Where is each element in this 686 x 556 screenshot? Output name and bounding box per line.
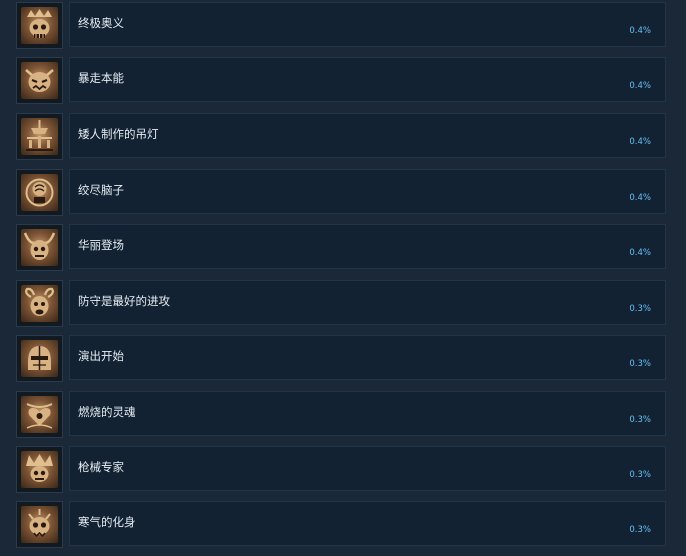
achievement-row[interactable]: 枪械专家 0.3%: [16, 446, 668, 493]
achievement-row[interactable]: 矮人制作的吊灯 0.4%: [16, 113, 668, 160]
achievement-icon-frame: [16, 57, 63, 104]
achievement-row[interactable]: 寒气的化身 0.3%: [16, 501, 668, 548]
achievement-name: 华丽登场: [78, 238, 124, 252]
achievement-name: 防守是最好的进攻: [78, 294, 170, 308]
achievement-percent: 0.3%: [629, 525, 651, 535]
achievement-percent: 0.4%: [629, 193, 651, 203]
achievement-name: 绞尽脑子: [78, 183, 124, 197]
achievement-name: 燃烧的灵魂: [78, 405, 136, 419]
ice-skull-icon: [21, 506, 58, 543]
achievement-name: 暴走本能: [78, 71, 124, 85]
achievement-card: 枪械专家 0.3%: [69, 446, 666, 491]
achievement-name: 枪械专家: [78, 460, 124, 474]
achievement-card: 寒气的化身 0.3%: [69, 501, 666, 546]
achievement-row[interactable]: 燃烧的灵魂 0.3%: [16, 391, 668, 438]
ram-face-icon: [21, 285, 58, 322]
beast-face-icon: [21, 62, 58, 99]
achievement-card: 终极奥义 0.4%: [69, 2, 666, 47]
achievement-name: 终极奥义: [78, 16, 124, 30]
achievement-row[interactable]: 终极奥义 0.4%: [16, 2, 668, 49]
spiked-crown-icon: [21, 451, 58, 488]
skull-crown-icon: [21, 7, 58, 44]
achievement-icon-frame: [16, 224, 63, 271]
achievement-icon-frame: [16, 446, 63, 493]
achievement-percent: 0.4%: [629, 137, 651, 147]
achievement-card: 绞尽脑子 0.4%: [69, 169, 666, 214]
achievement-icon-frame: [16, 2, 63, 49]
achievement-card: 燃烧的灵魂 0.3%: [69, 391, 666, 436]
heart-flame-icon: [21, 396, 58, 433]
achievement-percent: 0.3%: [629, 415, 651, 425]
achievement-percent: 0.3%: [629, 304, 651, 314]
achievement-row[interactable]: 防守是最好的进攻 0.3%: [16, 280, 668, 327]
achievement-name: 矮人制作的吊灯: [78, 127, 159, 141]
achievement-icon-frame: [16, 501, 63, 548]
achievement-name: 演出开始: [78, 349, 124, 363]
achievement-row[interactable]: 演出开始 0.3%: [16, 335, 668, 382]
chandelier-icon: [21, 118, 58, 155]
helmet-icon: [21, 340, 58, 377]
achievement-card: 暴走本能 0.4%: [69, 57, 666, 102]
achievement-icon-frame: [16, 391, 63, 438]
achievement-row[interactable]: 华丽登场 0.4%: [16, 224, 668, 271]
brain-icon: [21, 174, 58, 211]
achievement-icon-frame: [16, 335, 63, 382]
achievement-icon-frame: [16, 113, 63, 160]
achievement-card: 华丽登场 0.4%: [69, 224, 666, 269]
achievement-card: 防守是最好的进攻 0.3%: [69, 280, 666, 325]
achievement-card: 矮人制作的吊灯 0.4%: [69, 113, 666, 158]
achievement-icon-frame: [16, 169, 63, 216]
achievement-percent: 0.3%: [629, 470, 651, 480]
achievement-icon-frame: [16, 280, 63, 327]
achievement-percent: 0.4%: [629, 81, 651, 91]
achievement-name: 寒气的化身: [78, 515, 136, 529]
achievement-percent: 0.3%: [629, 359, 651, 369]
achievement-percent: 0.4%: [629, 248, 651, 258]
achievement-percent: 0.4%: [629, 26, 651, 36]
achievement-card: 演出开始 0.3%: [69, 335, 666, 380]
horned-mask-icon: [21, 229, 58, 266]
achievement-row[interactable]: 暴走本能 0.4%: [16, 57, 668, 104]
achievement-row[interactable]: 绞尽脑子 0.4%: [16, 169, 668, 216]
